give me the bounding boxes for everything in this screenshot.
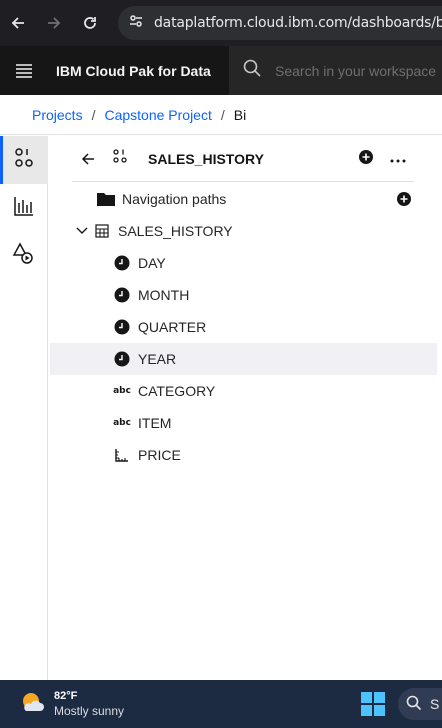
rail-visualizations[interactable] xyxy=(0,184,48,232)
table-icon xyxy=(90,224,114,238)
clock-icon xyxy=(110,287,134,303)
add-circle-icon xyxy=(358,149,374,170)
address-bar[interactable]: dataplatform.cloud.ibm.com/dashboards/bc… xyxy=(118,6,442,40)
breadcrumb: Projects / Capstone Project / Bi xyxy=(0,95,442,135)
field-row-day[interactable]: DAY xyxy=(110,247,436,279)
breadcrumb-current: Bi xyxy=(233,106,247,123)
shapes-play-icon xyxy=(12,241,36,271)
back-arrow-icon[interactable] xyxy=(0,0,36,46)
rail-data-sources[interactable] xyxy=(0,136,48,184)
field-row-year[interactable]: YEAR xyxy=(50,343,437,375)
windows-start-icon[interactable] xyxy=(361,692,385,716)
table-row-sales-history[interactable]: SALES_HISTORY xyxy=(74,215,414,247)
search-placeholder: Search in your workspace xyxy=(275,62,437,79)
left-rail xyxy=(0,136,48,680)
menu-icon[interactable] xyxy=(0,46,48,95)
field-label: CATEGORY xyxy=(138,383,216,399)
overflow-menu-button[interactable] xyxy=(382,143,414,175)
partly-sunny-icon xyxy=(20,691,46,718)
breadcrumb-capstone-project[interactable]: Capstone Project xyxy=(104,107,211,123)
field-label: DAY xyxy=(138,255,166,271)
field-row-category[interactable]: abc CATEGORY xyxy=(110,375,436,407)
overflow-menu-icon xyxy=(390,150,406,168)
bar-chart-icon xyxy=(13,195,35,222)
back-arrow-icon[interactable] xyxy=(72,143,104,175)
reload-icon[interactable] xyxy=(72,0,108,46)
field-label: ITEM xyxy=(138,415,172,431)
data-sources-icon xyxy=(13,147,35,174)
measure-ruler-icon xyxy=(110,448,134,462)
navigation-paths-row[interactable]: Navigation paths xyxy=(94,183,422,215)
field-row-month[interactable]: MONTH xyxy=(110,279,436,311)
text-abc-icon: abc xyxy=(113,418,131,428)
weather-condition: Mostly sunny xyxy=(54,704,125,718)
clock-icon xyxy=(110,351,134,367)
search-icon xyxy=(243,59,261,82)
weather-temperature: 82°F xyxy=(54,690,78,702)
browser-toolbar: dataplatform.cloud.ibm.com/dashboards/bc… xyxy=(0,0,442,46)
breadcrumb-projects[interactable]: Projects xyxy=(32,107,83,123)
breadcrumb-separator: / xyxy=(91,106,96,123)
text-abc-icon: abc xyxy=(113,386,131,396)
data-source-icon xyxy=(112,148,128,169)
panel-title: SALES_HISTORY xyxy=(148,150,264,167)
taskbar-search[interactable]: S xyxy=(398,688,442,720)
rail-assistant[interactable] xyxy=(0,232,48,280)
chevron-down-icon[interactable] xyxy=(74,227,90,235)
search-icon xyxy=(406,695,422,714)
field-label: QUARTER xyxy=(138,319,207,335)
site-settings-icon[interactable] xyxy=(128,13,144,34)
field-row-price[interactable]: PRICE xyxy=(110,439,436,471)
panel-header: SALES_HISTORY xyxy=(72,136,414,182)
field-label: MONTH xyxy=(138,287,190,303)
add-navigation-path-icon[interactable] xyxy=(396,191,412,210)
weather-widget[interactable]: 82°F Mostly sunny xyxy=(0,689,124,719)
folder-icon xyxy=(94,192,118,206)
taskbar-search-label: S xyxy=(430,696,440,712)
field-row-quarter[interactable]: QUARTER xyxy=(110,311,436,343)
table-name: SALES_HISTORY xyxy=(118,223,233,239)
workspace-search[interactable]: Search in your workspace xyxy=(229,46,442,95)
product-name[interactable]: IBM Cloud Pak for Data xyxy=(48,63,228,79)
field-row-item[interactable]: abc ITEM xyxy=(110,407,436,439)
app-header: IBM Cloud Pak for Data Search in your wo… xyxy=(0,46,442,95)
breadcrumb-separator: / xyxy=(220,106,225,123)
clock-icon xyxy=(110,255,134,271)
field-label: PRICE xyxy=(138,447,181,463)
url-text: dataplatform.cloud.ibm.com/dashboards/bc… xyxy=(154,15,442,31)
field-label: YEAR xyxy=(138,351,177,367)
clock-icon xyxy=(110,319,134,335)
forward-arrow-icon[interactable] xyxy=(36,0,72,46)
add-button[interactable] xyxy=(350,143,382,175)
navigation-paths-label: Navigation paths xyxy=(122,191,227,207)
taskbar: 82°F Mostly sunny S xyxy=(0,680,442,728)
